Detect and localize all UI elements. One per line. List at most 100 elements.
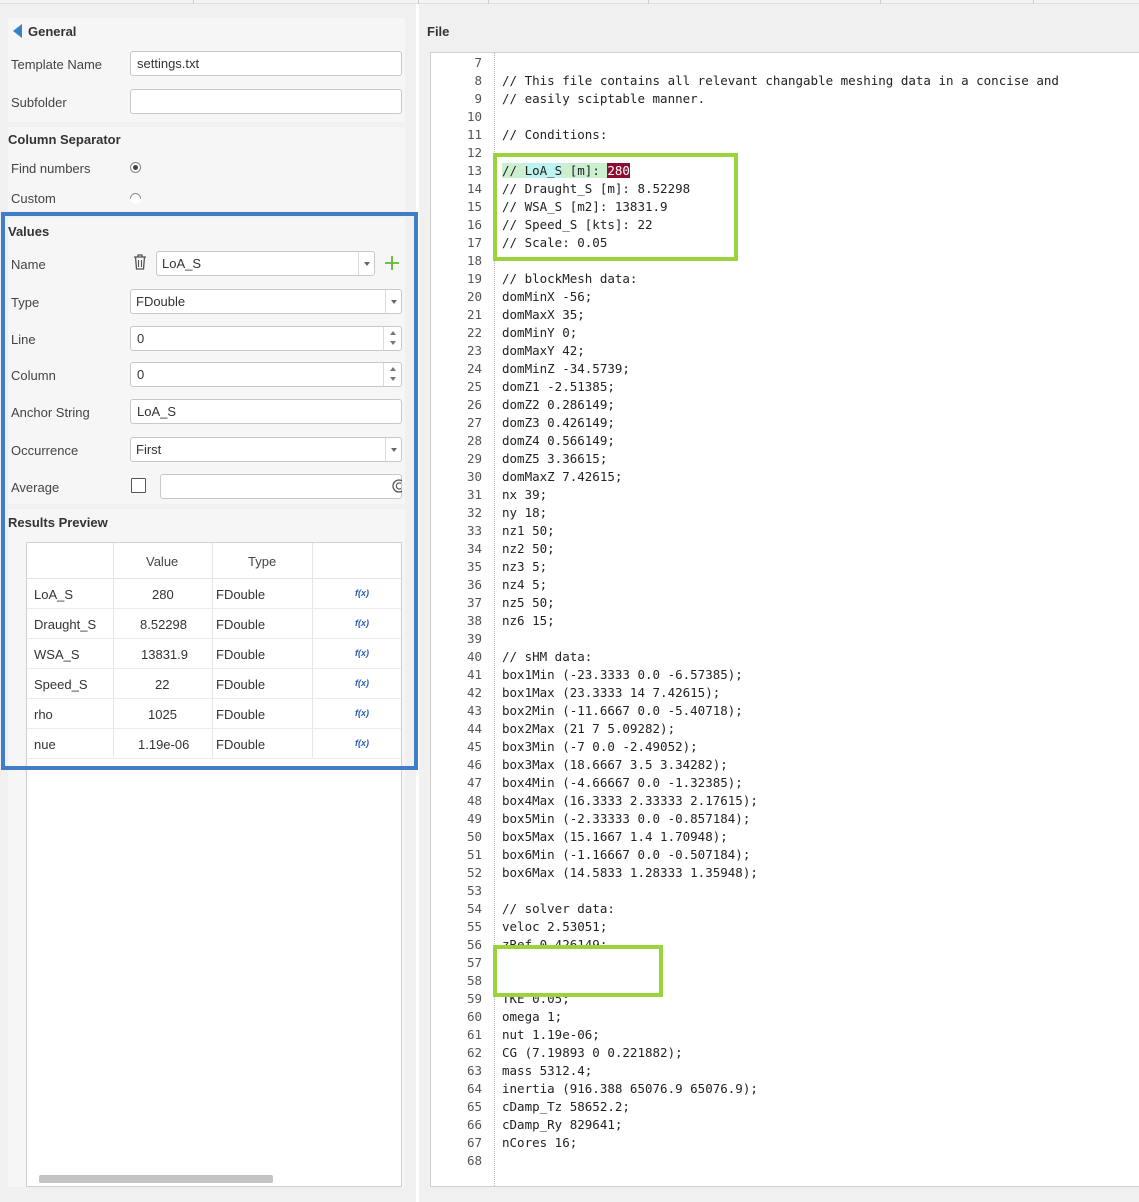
occurrence-label: Occurrence	[11, 443, 79, 458]
fx-icon[interactable]: f(x)	[355, 618, 369, 628]
code-line: domMinX -56;	[502, 289, 593, 304]
find-numbers-radio[interactable]	[130, 162, 141, 173]
fx-icon[interactable]: f(x)	[355, 588, 369, 598]
occurrence-combo-value: First	[136, 442, 162, 457]
occurrence-combo[interactable]: First	[130, 437, 402, 462]
anchor-string-input[interactable]: LoA_S	[130, 399, 402, 424]
line-number: 24	[466, 361, 482, 376]
code-line: box6Max (14.5833 1.28333 1.35948);	[502, 865, 758, 880]
code-line: // Conditions:	[502, 127, 608, 142]
name-combo-value: LoA_S	[162, 256, 202, 271]
fx-icon[interactable]: f(x)	[355, 708, 369, 718]
row-name: nue	[34, 737, 56, 752]
line-number: 31	[466, 487, 482, 502]
column-spinbox[interactable]: 0	[130, 362, 402, 387]
table-row[interactable]: Speed_S 22 FDouble f(x)	[27, 669, 401, 699]
line-number: 35	[466, 559, 482, 574]
line-number: 49	[466, 811, 482, 826]
code-line: box4Max (16.3333 2.33333 2.17615);	[502, 793, 758, 808]
line-number: 45	[466, 739, 482, 754]
line-number: 50	[466, 829, 482, 844]
line-number: 18	[466, 253, 482, 268]
template-name-input[interactable]: settings.txt	[130, 51, 402, 76]
col-header-value[interactable]: Value	[146, 554, 178, 569]
average-checkbox[interactable]	[131, 478, 146, 493]
code-line: domZ3 0.426149;	[502, 415, 615, 430]
code-line: rhoWater 1025;	[502, 955, 608, 970]
row-value: 1025	[148, 707, 177, 722]
file-header: File	[427, 24, 450, 39]
fx-icon[interactable]: f(x)	[355, 648, 369, 658]
line-number: 34	[466, 541, 482, 556]
code-line: inertia (916.388 65076.9 65076.9);	[502, 1081, 758, 1096]
row-name: WSA_S	[34, 647, 80, 662]
line-number: 44	[466, 721, 482, 736]
line-number: 42	[466, 685, 482, 700]
code-line: domZ5 3.36615;	[502, 451, 608, 466]
code-line: box5Max (15.1667 1.4 1.70948);	[502, 829, 728, 844]
column-stepper[interactable]	[383, 363, 401, 386]
row-type: FDouble	[216, 617, 266, 632]
reset-icon[interactable]	[391, 478, 402, 494]
line-number: 40	[466, 649, 482, 664]
chevron-down-icon[interactable]	[385, 290, 401, 313]
find-numbers-label: Find numbers	[11, 161, 91, 176]
row-type: FDouble	[216, 707, 266, 722]
line-number: 59	[466, 991, 482, 1006]
trash-icon[interactable]	[133, 254, 147, 273]
line-number: 9	[474, 91, 482, 106]
line-number: 37	[466, 595, 482, 610]
row-type: FDouble	[216, 677, 266, 692]
line-number: 29	[466, 451, 482, 466]
table-row[interactable]: rho 1025 FDouble f(x)	[27, 699, 401, 729]
chevron-down-icon[interactable]	[358, 252, 374, 275]
line-number: 30	[466, 469, 482, 484]
line-number: 46	[466, 757, 482, 772]
fx-icon[interactable]: f(x)	[355, 678, 369, 688]
row-value: 280	[152, 587, 174, 602]
col-header-type[interactable]: Type	[248, 554, 276, 569]
code-line: box5Min (-2.33333 0.0 -0.857184);	[502, 811, 751, 826]
code-line: // sHM data:	[502, 649, 593, 664]
line-number: 66	[466, 1117, 482, 1132]
column-label: Column	[11, 368, 56, 383]
line-stepper[interactable]	[383, 327, 401, 350]
table-row[interactable]: LoA_S 280 FDouble f(x)	[27, 579, 401, 609]
line-number: 25	[466, 379, 482, 394]
name-combo[interactable]: LoA_S	[156, 251, 375, 276]
line-number: 61	[466, 1027, 482, 1042]
code-line: TKE 0.05;	[502, 991, 570, 1006]
line-number: 26	[466, 397, 482, 412]
code-line: box1Min (-23.3333 0.0 -6.57385);	[502, 667, 743, 682]
line-number: 7	[474, 55, 482, 70]
line-number: 27	[466, 415, 482, 430]
line13-prefix: //	[502, 163, 525, 178]
chevron-down-icon[interactable]	[385, 438, 401, 461]
column-value: 0	[137, 367, 145, 382]
code-line: // easily sciptable manner.	[502, 91, 706, 106]
values-header: Values	[8, 224, 50, 239]
line-number: 10	[466, 109, 482, 124]
average-input[interactable]	[160, 474, 402, 499]
code-line: domMaxZ 7.42615;	[502, 469, 623, 484]
subfolder-input[interactable]	[130, 89, 402, 114]
code-line: nz4 5;	[502, 577, 548, 592]
line-number: 41	[466, 667, 482, 682]
code-line: box2Max (21 7 5.09282);	[502, 721, 676, 736]
line-spinbox[interactable]: 0	[130, 326, 402, 351]
horizontal-scrollbar[interactable]	[39, 1175, 273, 1183]
type-combo[interactable]: FDouble	[130, 289, 402, 314]
table-row[interactable]: nue 1.19e-06 FDouble f(x)	[27, 729, 401, 759]
plus-icon[interactable]	[384, 255, 400, 274]
line-value: 0	[137, 331, 145, 346]
table-row[interactable]: WSA_S 13831.9 FDouble f(x)	[27, 639, 401, 669]
code-line: zRef 0.426149;	[502, 937, 608, 952]
table-row[interactable]: Draught_S 8.52298 FDouble f(x)	[27, 609, 401, 639]
row-value: 1.19e-06	[138, 737, 190, 752]
line-number: 43	[466, 703, 482, 718]
fx-icon[interactable]: f(x)	[355, 738, 369, 748]
code-line: cDamp_Tz 58652.2;	[502, 1099, 630, 1114]
results-table[interactable]: Value Type LoA_S 280 FDouble f(x) Draugh…	[26, 542, 402, 1187]
line-number: 23	[466, 343, 482, 358]
collapse-triangle-icon[interactable]	[13, 24, 22, 38]
